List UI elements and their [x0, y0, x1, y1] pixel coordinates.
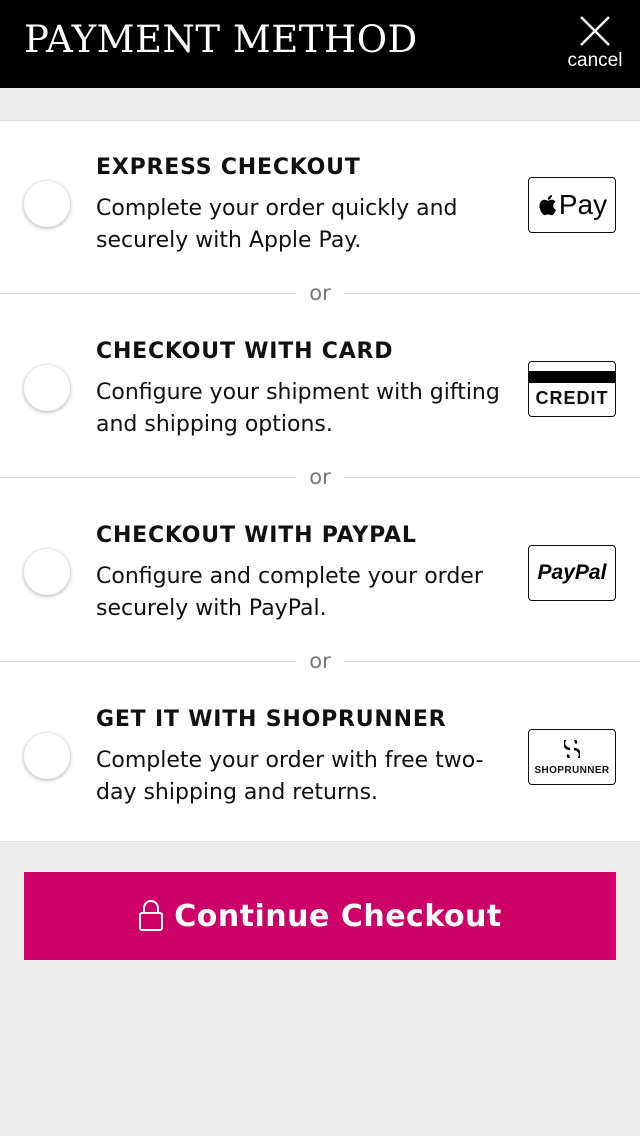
separator-or: or	[309, 465, 331, 489]
option-title: GET IT WITH SHOPRUNNER	[96, 707, 447, 732]
option-checkout-with-card[interactable]: CHECKOUT WITH CARD Configure your shipme…	[0, 305, 640, 477]
shoprunner-mark-icon	[562, 735, 582, 763]
apple-pay-logo: Pay	[528, 177, 616, 233]
separator: or	[0, 465, 640, 489]
shoprunner-logo: SHOPRUNNER	[528, 729, 616, 785]
credit-card-icon: CREDIT	[528, 361, 616, 417]
apple-icon	[539, 195, 556, 216]
radio-shoprunner[interactable]	[24, 733, 70, 779]
lock-icon	[139, 900, 164, 931]
option-express-checkout[interactable]: EXPRESS CHECKOUT Complete your order qui…	[0, 121, 640, 293]
option-shoprunner[interactable]: GET IT WITH SHOPRUNNER Complete your ord…	[0, 673, 640, 845]
separator: or	[0, 649, 640, 673]
continue-checkout-button[interactable]: Continue Checkout	[24, 872, 616, 960]
option-title: CHECKOUT WITH PAYPAL	[96, 523, 417, 548]
cancel-label: cancel	[567, 50, 623, 71]
option-description: Complete your order with free two-day sh…	[96, 748, 484, 805]
separator-or: or	[309, 649, 331, 673]
radio-checkout-with-paypal[interactable]	[24, 549, 70, 595]
option-checkout-with-paypal[interactable]: CHECKOUT WITH PAYPAL Configure and compl…	[0, 489, 640, 661]
payment-options-panel: EXPRESS CHECKOUT Complete your order qui…	[0, 120, 640, 842]
option-description: Configure your shipment with gifting and…	[96, 380, 500, 437]
option-description: Configure and complete your order secure…	[96, 564, 483, 621]
option-title: EXPRESS CHECKOUT	[96, 155, 361, 180]
separator-or: or	[309, 281, 331, 305]
paypal-text: PayPal	[537, 561, 607, 584]
continue-checkout-label: Continue Checkout	[174, 898, 502, 934]
header-bar: PAYMENT METHOD cancel	[0, 0, 640, 88]
option-title: CHECKOUT WITH CARD	[96, 339, 394, 364]
credit-text: CREDIT	[535, 388, 609, 408]
option-description: Complete your order quickly and securely…	[96, 196, 458, 253]
radio-checkout-with-card[interactable]	[24, 365, 70, 411]
apple-pay-text: Pay	[558, 189, 608, 220]
radio-express-checkout[interactable]	[24, 181, 70, 227]
close-icon	[580, 16, 610, 46]
cancel-button[interactable]: cancel	[562, 14, 628, 78]
separator: or	[0, 281, 640, 305]
page-title: PAYMENT METHOD	[24, 18, 418, 61]
shoprunner-text: SHOPRUNNER	[534, 765, 610, 776]
paypal-logo: PayPal	[528, 545, 616, 601]
